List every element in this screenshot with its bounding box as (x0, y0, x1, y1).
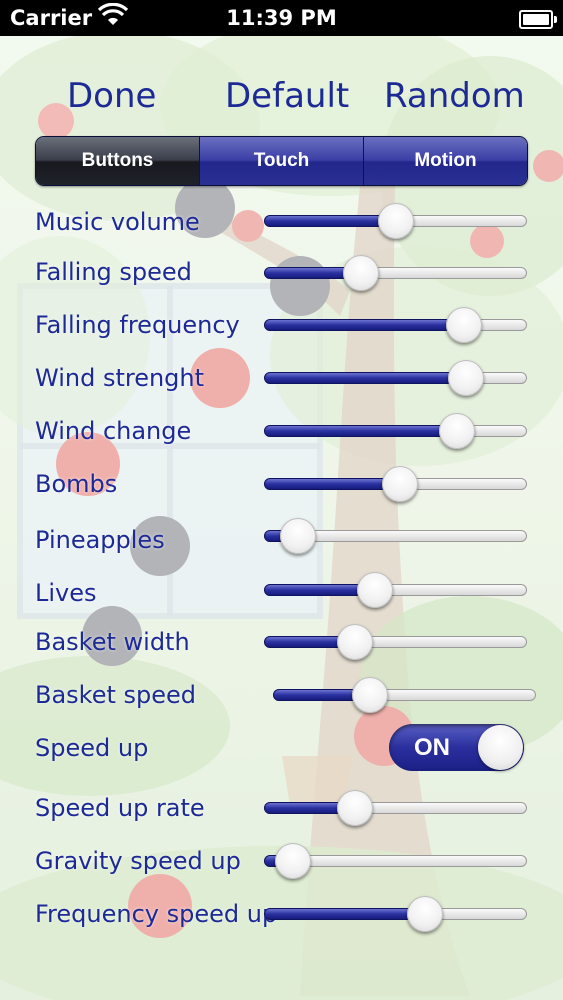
slider-thumb[interactable] (382, 466, 418, 502)
slider-thumb[interactable] (352, 677, 388, 713)
basket-width-slider[interactable] (264, 624, 527, 660)
falling-speed-label: Falling speed (35, 258, 192, 286)
frequency-speed-up-slider[interactable] (264, 896, 527, 932)
music-volume-slider[interactable] (264, 203, 527, 239)
slider-thumb[interactable] (357, 572, 393, 608)
gravity-speed-up-label: Gravity speed up (35, 847, 241, 875)
speed-up-toggle[interactable]: ON (389, 724, 524, 771)
basket-speed-slider[interactable] (273, 677, 536, 713)
slider-thumb[interactable] (446, 307, 482, 343)
wind-strenght-slider[interactable] (264, 360, 527, 396)
falling-frequency-slider[interactable] (264, 307, 527, 343)
clock: 11:39 PM (226, 6, 337, 30)
segment-motion[interactable]: Motion (363, 137, 527, 185)
slider-thumb[interactable] (275, 843, 311, 879)
toggle-knob[interactable] (478, 725, 523, 770)
slider-thumb[interactable] (337, 790, 373, 826)
speed-up-rate-label: Speed up rate (35, 794, 205, 822)
toggle-on-text: ON (414, 734, 450, 761)
wind-change-slider[interactable] (264, 413, 527, 449)
slider-thumb[interactable] (343, 255, 379, 291)
falling-frequency-label: Falling frequency (35, 311, 240, 339)
slider-thumb[interactable] (407, 896, 443, 932)
basket-speed-label: Basket speed (35, 681, 197, 709)
bombs-label: Bombs (35, 470, 118, 498)
slider-thumb[interactable] (337, 624, 373, 660)
slider-thumb[interactable] (378, 203, 414, 239)
status-bar: Carrier 11:39 PM (0, 0, 563, 36)
slider-thumb[interactable] (439, 413, 475, 449)
lives-slider[interactable] (264, 572, 527, 608)
pineapples-label: Pineapples (35, 526, 165, 554)
slider-thumb[interactable] (448, 360, 484, 396)
wind-change-label: Wind change (35, 417, 192, 445)
control-mode-segmented: Buttons Touch Motion (35, 136, 528, 186)
speed-up-label: Speed up (35, 734, 149, 762)
lives-label: Lives (35, 579, 97, 607)
random-button[interactable]: Random (384, 76, 525, 116)
default-button[interactable]: Default (225, 76, 349, 116)
wind-strenght-label: Wind strenght (35, 364, 205, 392)
bombs-slider[interactable] (264, 466, 527, 502)
frequency-speed-up-label: Frequency speed up (35, 900, 278, 928)
gravity-speed-up-slider[interactable] (264, 843, 527, 879)
pineapples-slider[interactable] (264, 518, 527, 554)
basket-width-label: Basket width (35, 628, 190, 656)
music-volume-label: Music volume (35, 208, 200, 236)
slider-thumb[interactable] (280, 518, 316, 554)
falling-speed-slider[interactable] (264, 255, 527, 291)
segment-touch[interactable]: Touch (199, 137, 363, 185)
done-button[interactable]: Done (67, 76, 156, 116)
battery-icon (519, 10, 557, 29)
speed-up-rate-slider[interactable] (264, 790, 527, 826)
segment-buttons[interactable]: Buttons (36, 137, 199, 185)
